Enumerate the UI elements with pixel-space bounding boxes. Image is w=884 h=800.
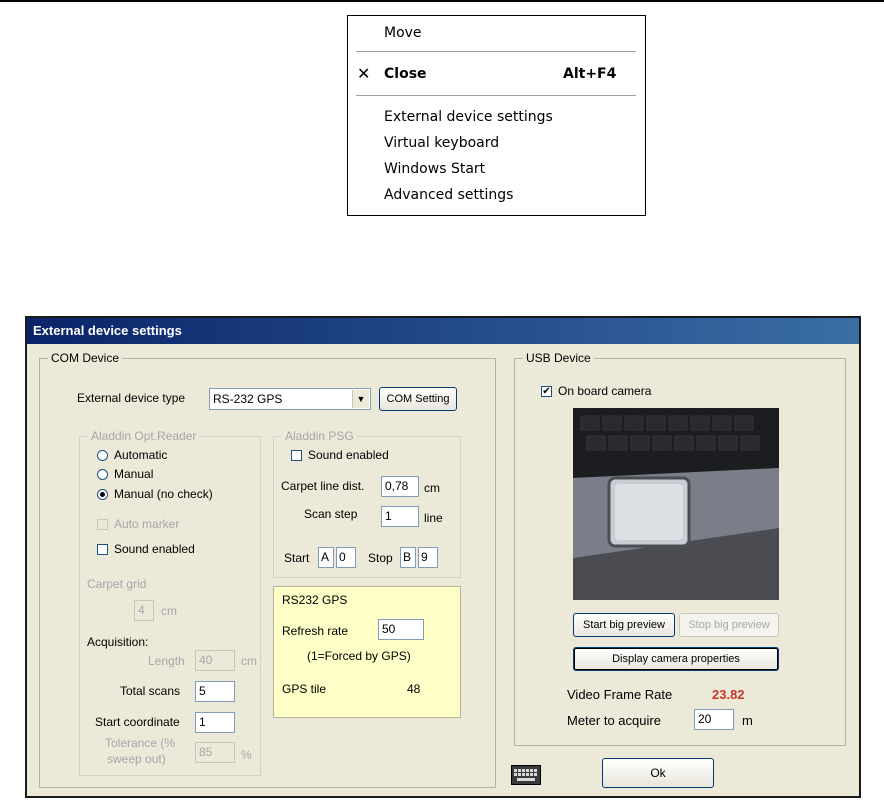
start-coordinate-input[interactable]: 1	[195, 712, 235, 733]
menu-separator	[356, 95, 636, 97]
usb-device-legend: USB Device	[523, 351, 594, 365]
scan-step-input[interactable]: 1	[381, 506, 419, 527]
start-letter-input[interactable]: A	[318, 547, 334, 568]
menu-item-windows-start[interactable]: Windows Start	[384, 161, 485, 177]
psg-sound-label: Sound enabled	[308, 448, 389, 462]
gps-tile-label: GPS tile	[282, 682, 327, 696]
tolerance-label-2: sweep out)	[107, 752, 166, 766]
carpet-line-input[interactable]: 0,78	[381, 476, 419, 497]
checkmark-icon: ✔	[542, 386, 551, 397]
dialog-titlebar[interactable]: External device settings	[27, 318, 859, 344]
total-scans-label: Total scans	[120, 684, 181, 698]
menu-separator	[356, 51, 636, 53]
scan-step-unit: line	[424, 511, 443, 525]
carpet-line-unit: cm	[424, 481, 440, 495]
onboard-camera-checkbox[interactable]: ✔	[541, 386, 552, 397]
keyboard-icon[interactable]	[511, 765, 541, 785]
acquisition-label: Acquisition:	[87, 635, 149, 649]
frame-rate-label: Video Frame Rate	[567, 687, 673, 702]
tolerance-input[interactable]: 85	[195, 742, 235, 763]
carpet-grid-label: Carpet grid	[87, 577, 147, 591]
com-setting-button[interactable]: COM Setting	[379, 387, 457, 411]
device-type-value: RS-232 GPS	[213, 392, 283, 406]
total-scans-input[interactable]: 5	[195, 681, 235, 702]
tolerance-unit: %	[241, 748, 252, 762]
external-device-settings-dialog: External device settings COM Device Exte…	[25, 316, 861, 798]
stop-num-input[interactable]: 9	[418, 547, 438, 568]
refresh-rate-input[interactable]: 50	[378, 619, 424, 640]
tolerance-label-1: Tolerance (%	[105, 736, 176, 750]
close-shortcut: Alt+F4	[563, 66, 617, 82]
camera-preview	[573, 408, 779, 600]
start-num-input[interactable]: 0	[336, 547, 356, 568]
auto-marker-checkbox[interactable]	[97, 519, 108, 530]
device-type-select[interactable]: RS-232 GPS ▼	[209, 388, 371, 410]
radio-automatic[interactable]	[97, 450, 108, 461]
scan-step-label: Scan step	[304, 507, 358, 521]
menu-item-close[interactable]: Close	[384, 66, 427, 82]
stop-label: Stop	[368, 551, 393, 565]
display-camera-properties-button[interactable]: Display camera properties	[573, 647, 779, 671]
gps-legend: RS232 GPS	[282, 593, 348, 607]
carpet-grid-input[interactable]: 4	[134, 600, 154, 621]
gps-group: RS232 GPS Refresh rate 50 (1=Forced by G…	[273, 586, 461, 718]
opt-sound-label: Sound enabled	[114, 542, 195, 556]
radio-selected-dot	[100, 492, 105, 497]
opt-reader-legend: Aladdin Opt.Reader	[88, 429, 200, 443]
radio-manual-label: Manual	[114, 467, 154, 481]
menu-item-virtual-keyboard[interactable]: Virtual keyboard	[384, 135, 499, 151]
menu-item-advanced-settings[interactable]: Advanced settings	[384, 187, 513, 203]
gps-tile-value: 48	[407, 682, 421, 696]
psg-legend: Aladdin PSG	[282, 429, 357, 443]
menu-item-external-device-settings[interactable]: External device settings	[384, 109, 553, 125]
refresh-rate-note: (1=Forced by GPS)	[307, 649, 411, 663]
camera-frame-image	[573, 408, 779, 600]
close-x-icon: ✕	[357, 64, 371, 83]
top-border-line	[0, 0, 884, 2]
menu-item-move[interactable]: Move	[384, 25, 422, 41]
carpet-line-label: Carpet line dist.	[281, 479, 365, 493]
radio-automatic-label: Automatic	[114, 448, 168, 462]
meter-unit: m	[742, 713, 753, 728]
length-label: Length	[148, 654, 185, 668]
meter-to-acquire-input[interactable]: 20	[694, 709, 734, 730]
length-unit: cm	[241, 654, 257, 668]
auto-marker-label: Auto marker	[114, 517, 180, 531]
radio-manual[interactable]	[97, 469, 108, 480]
start-coordinate-label: Start coordinate	[95, 715, 180, 729]
start-label: Start	[284, 551, 310, 565]
chevron-down-icon[interactable]: ▼	[352, 390, 369, 408]
carpet-grid-unit: cm	[161, 604, 177, 618]
refresh-rate-label: Refresh rate	[282, 624, 349, 638]
system-context-menu: Move ✕ Close Alt+F4 External device sett…	[347, 15, 646, 216]
radio-manual-nocheck[interactable]	[97, 489, 108, 500]
device-type-label: External device type	[77, 391, 186, 405]
psg-sound-checkbox[interactable]	[291, 450, 302, 461]
onboard-camera-label: On board camera	[558, 384, 652, 398]
frame-rate-value: 23.82	[712, 687, 745, 702]
stop-big-preview-button[interactable]: Stop big preview	[679, 613, 779, 637]
meter-to-acquire-label: Meter to acquire	[567, 713, 661, 728]
start-big-preview-button[interactable]: Start big preview	[573, 613, 675, 637]
length-input[interactable]: 40	[195, 650, 235, 671]
stop-letter-input[interactable]: B	[400, 547, 416, 568]
com-device-legend: COM Device	[48, 351, 123, 365]
radio-manual-nocheck-label: Manual (no check)	[114, 487, 213, 501]
ok-button[interactable]: Ok	[602, 758, 714, 788]
opt-sound-checkbox[interactable]	[97, 544, 108, 555]
